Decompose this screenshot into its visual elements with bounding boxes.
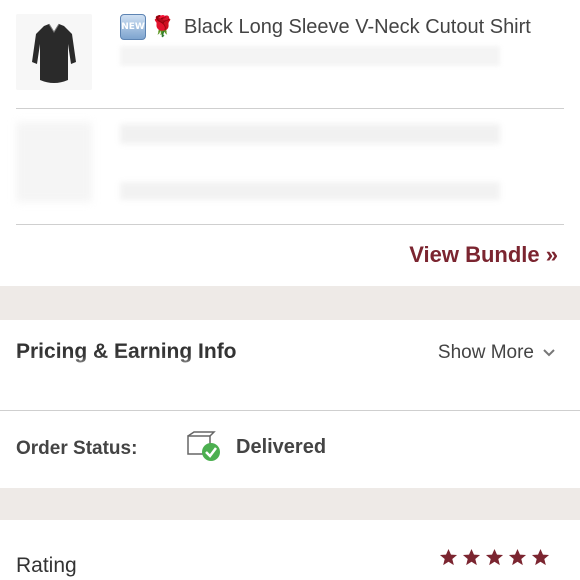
item-title[interactable]: Black Long Sleeve V-Neck Cutout Shirt [184,16,531,39]
bundle-item-row-2[interactable] [16,110,564,220]
new-badge: NEW [120,14,146,40]
redacted-earnings [14,370,194,406]
redacted-item-details [120,182,500,200]
redacted-item-thumbnail [16,122,92,202]
star-icon [485,548,504,566]
divider [16,224,564,225]
rating-title: Rating [16,554,77,577]
show-more-button[interactable]: Show More [438,342,556,364]
redacted-item-title [120,124,500,144]
chevron-down-icon [543,349,555,357]
divider [16,108,564,109]
rating-card: Rating [0,520,580,580]
show-more-label: Show More [437,342,534,363]
item-badges: NEW 🌹 [120,14,175,40]
rose-icon: 🌹 [150,16,175,38]
view-bundle-link[interactable]: View Bundle » [409,242,558,268]
pricing-card: Pricing & Earning Info Show More Order S… [0,320,580,488]
pricing-title: Pricing & Earning Info [16,340,237,363]
star-icon [531,548,550,566]
order-status-label: Order Status: [16,438,138,459]
item-thumbnail[interactable] [16,14,92,90]
star-rating [439,548,550,567]
bundle-item-row[interactable]: NEW 🌹 Black Long Sleeve V-Neck Cutout Sh… [16,0,564,100]
shirt-image [16,14,92,90]
bundle-card: NEW 🌹 Black Long Sleeve V-Neck Cutout Sh… [0,0,580,286]
order-status-value: Delivered [236,436,327,458]
star-icon [462,548,481,566]
star-icon [508,548,527,566]
star-icon [439,548,458,566]
package-delivered-icon [187,431,220,461]
divider [0,410,580,411]
redacted-item-details [120,46,500,66]
